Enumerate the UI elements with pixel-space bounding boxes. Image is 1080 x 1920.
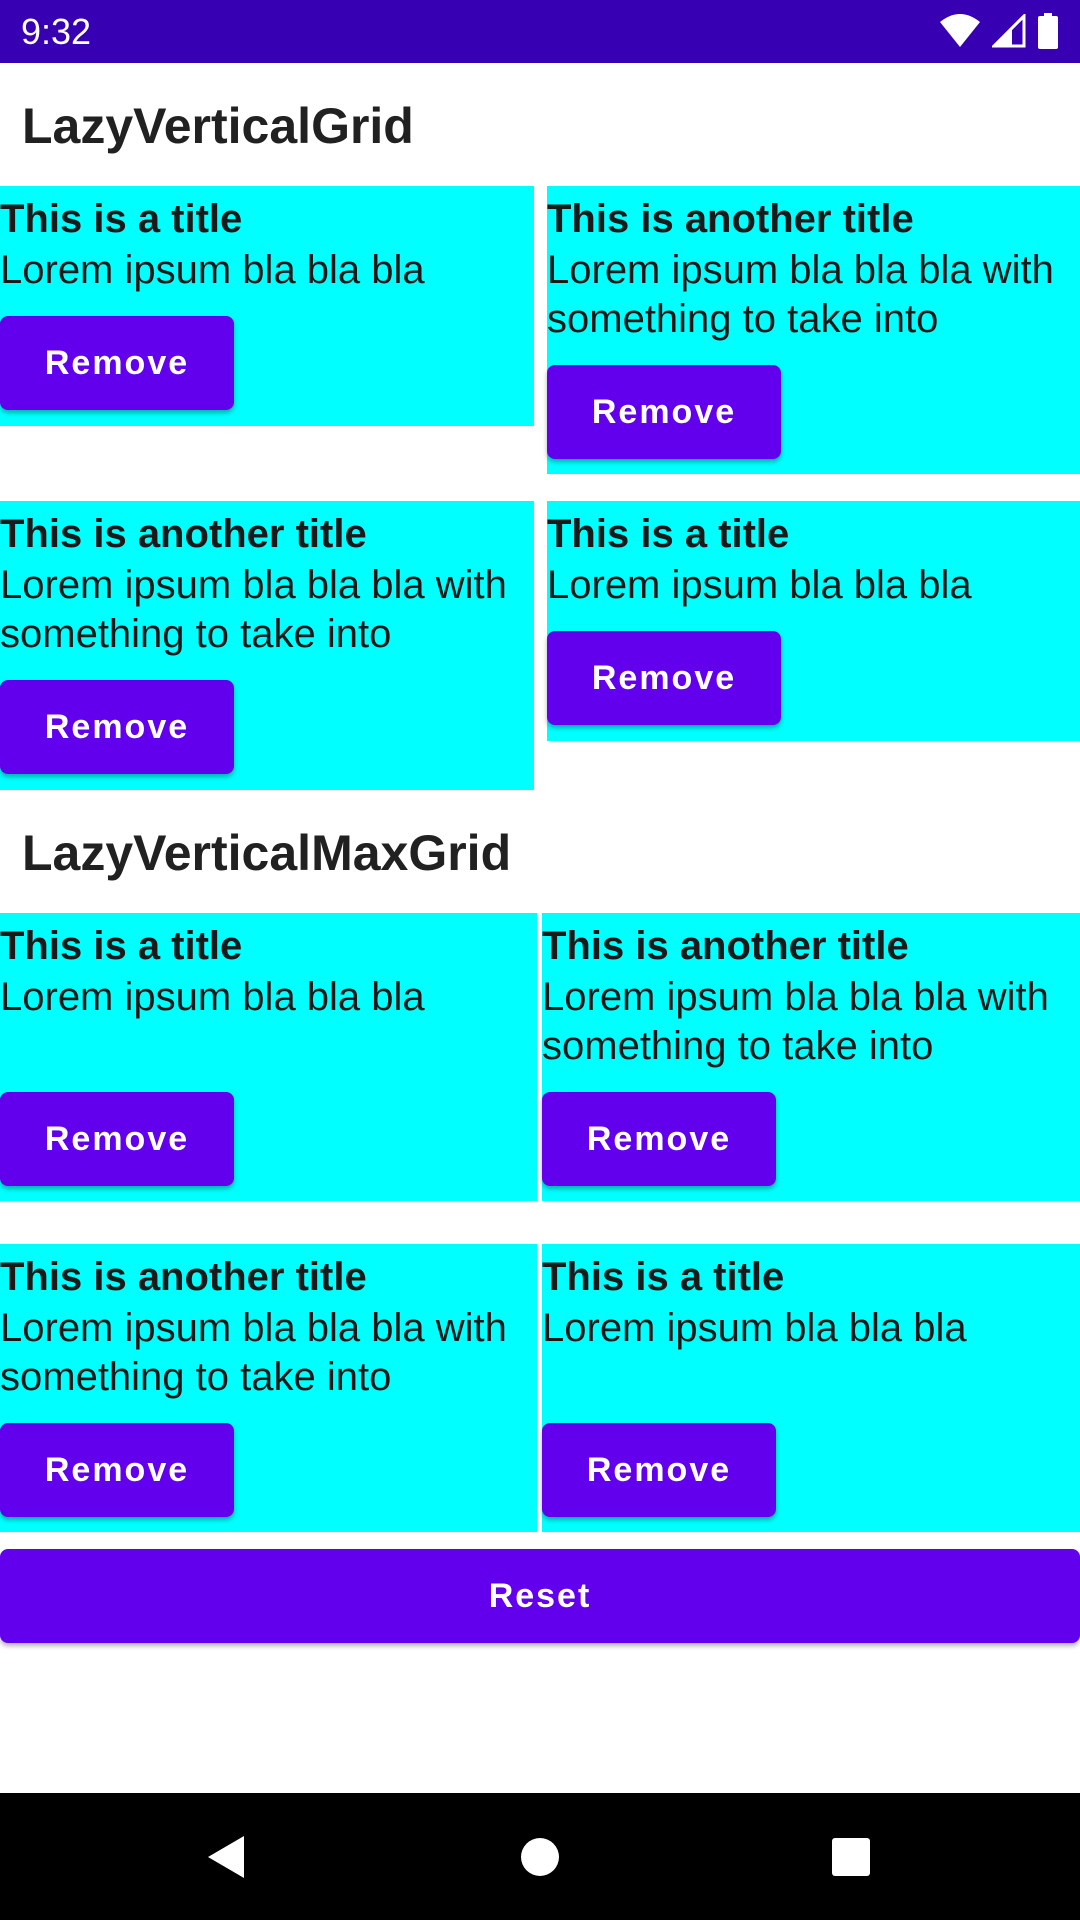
remove-button[interactable]: Remove — [0, 1092, 234, 1186]
card-body: Lorem ipsum bla bla bla with something t… — [547, 248, 1054, 341]
navigation-bar — [0, 1793, 1080, 1920]
reset-button[interactable]: Reset — [0, 1549, 1080, 1643]
card-title: This is another title — [0, 512, 367, 556]
remove-button[interactable]: Remove — [0, 680, 234, 774]
remove-button[interactable]: Remove — [542, 1423, 776, 1517]
card-body: Lorem ipsum bla bla bla — [542, 1306, 967, 1350]
max-grid-card: This is another title Lorem ipsum bla bl… — [0, 1244, 537, 1532]
grid-card: This is a title Lorem ipsum bla bla bla … — [547, 501, 1080, 741]
card-title: This is a title — [542, 1255, 785, 1299]
battery-icon — [1038, 13, 1058, 49]
wifi-icon — [940, 14, 980, 48]
card-title: This is another title — [542, 924, 909, 968]
grid-card: This is another title Lorem ipsum bla bl… — [547, 186, 1080, 474]
home-icon[interactable] — [500, 1817, 580, 1897]
max-grid-card: This is a title Lorem ipsum bla bla bla … — [542, 1244, 1080, 1532]
grid-card: This is another title Lorem ipsum bla bl… — [0, 501, 534, 790]
max-grid-card: This is another title Lorem ipsum bla bl… — [542, 913, 1080, 1201]
remove-button[interactable]: Remove — [542, 1092, 776, 1186]
cell-signal-icon — [992, 14, 1026, 48]
max-grid-card: This is a title Lorem ipsum bla bla bla … — [0, 913, 537, 1201]
recents-icon[interactable] — [811, 1817, 891, 1897]
card-title: This is a title — [0, 197, 243, 241]
back-icon[interactable] — [186, 1817, 266, 1897]
card-body: Lorem ipsum bla bla bla — [0, 248, 425, 292]
card-title: This is a title — [547, 512, 790, 556]
card-body: Lorem ipsum bla bla bla — [547, 563, 972, 607]
remove-button[interactable]: Remove — [547, 631, 781, 725]
remove-button[interactable]: Remove — [547, 365, 781, 459]
status-bar: 9:32 — [0, 0, 1080, 63]
section-title-lazy-vertical-grid: LazyVerticalGrid — [22, 98, 414, 154]
status-icons — [940, 12, 1058, 50]
card-body: Lorem ipsum bla bla bla with something t… — [0, 563, 507, 656]
card-body: Lorem ipsum bla bla bla with something t… — [542, 975, 1049, 1068]
status-time: 9:32 — [21, 11, 92, 52]
card-body: Lorem ipsum bla bla bla with something t… — [0, 1306, 507, 1399]
card-title: This is another title — [547, 197, 914, 241]
card-title: This is a title — [0, 924, 243, 968]
remove-button[interactable]: Remove — [0, 1423, 234, 1517]
card-title: This is another title — [0, 1255, 367, 1299]
remove-button[interactable]: Remove — [0, 316, 234, 410]
section-title-lazy-vertical-max-grid: LazyVerticalMaxGrid — [22, 825, 512, 881]
grid-card: This is a title Lorem ipsum bla bla bla … — [0, 186, 534, 426]
card-body: Lorem ipsum bla bla bla — [0, 975, 425, 1019]
